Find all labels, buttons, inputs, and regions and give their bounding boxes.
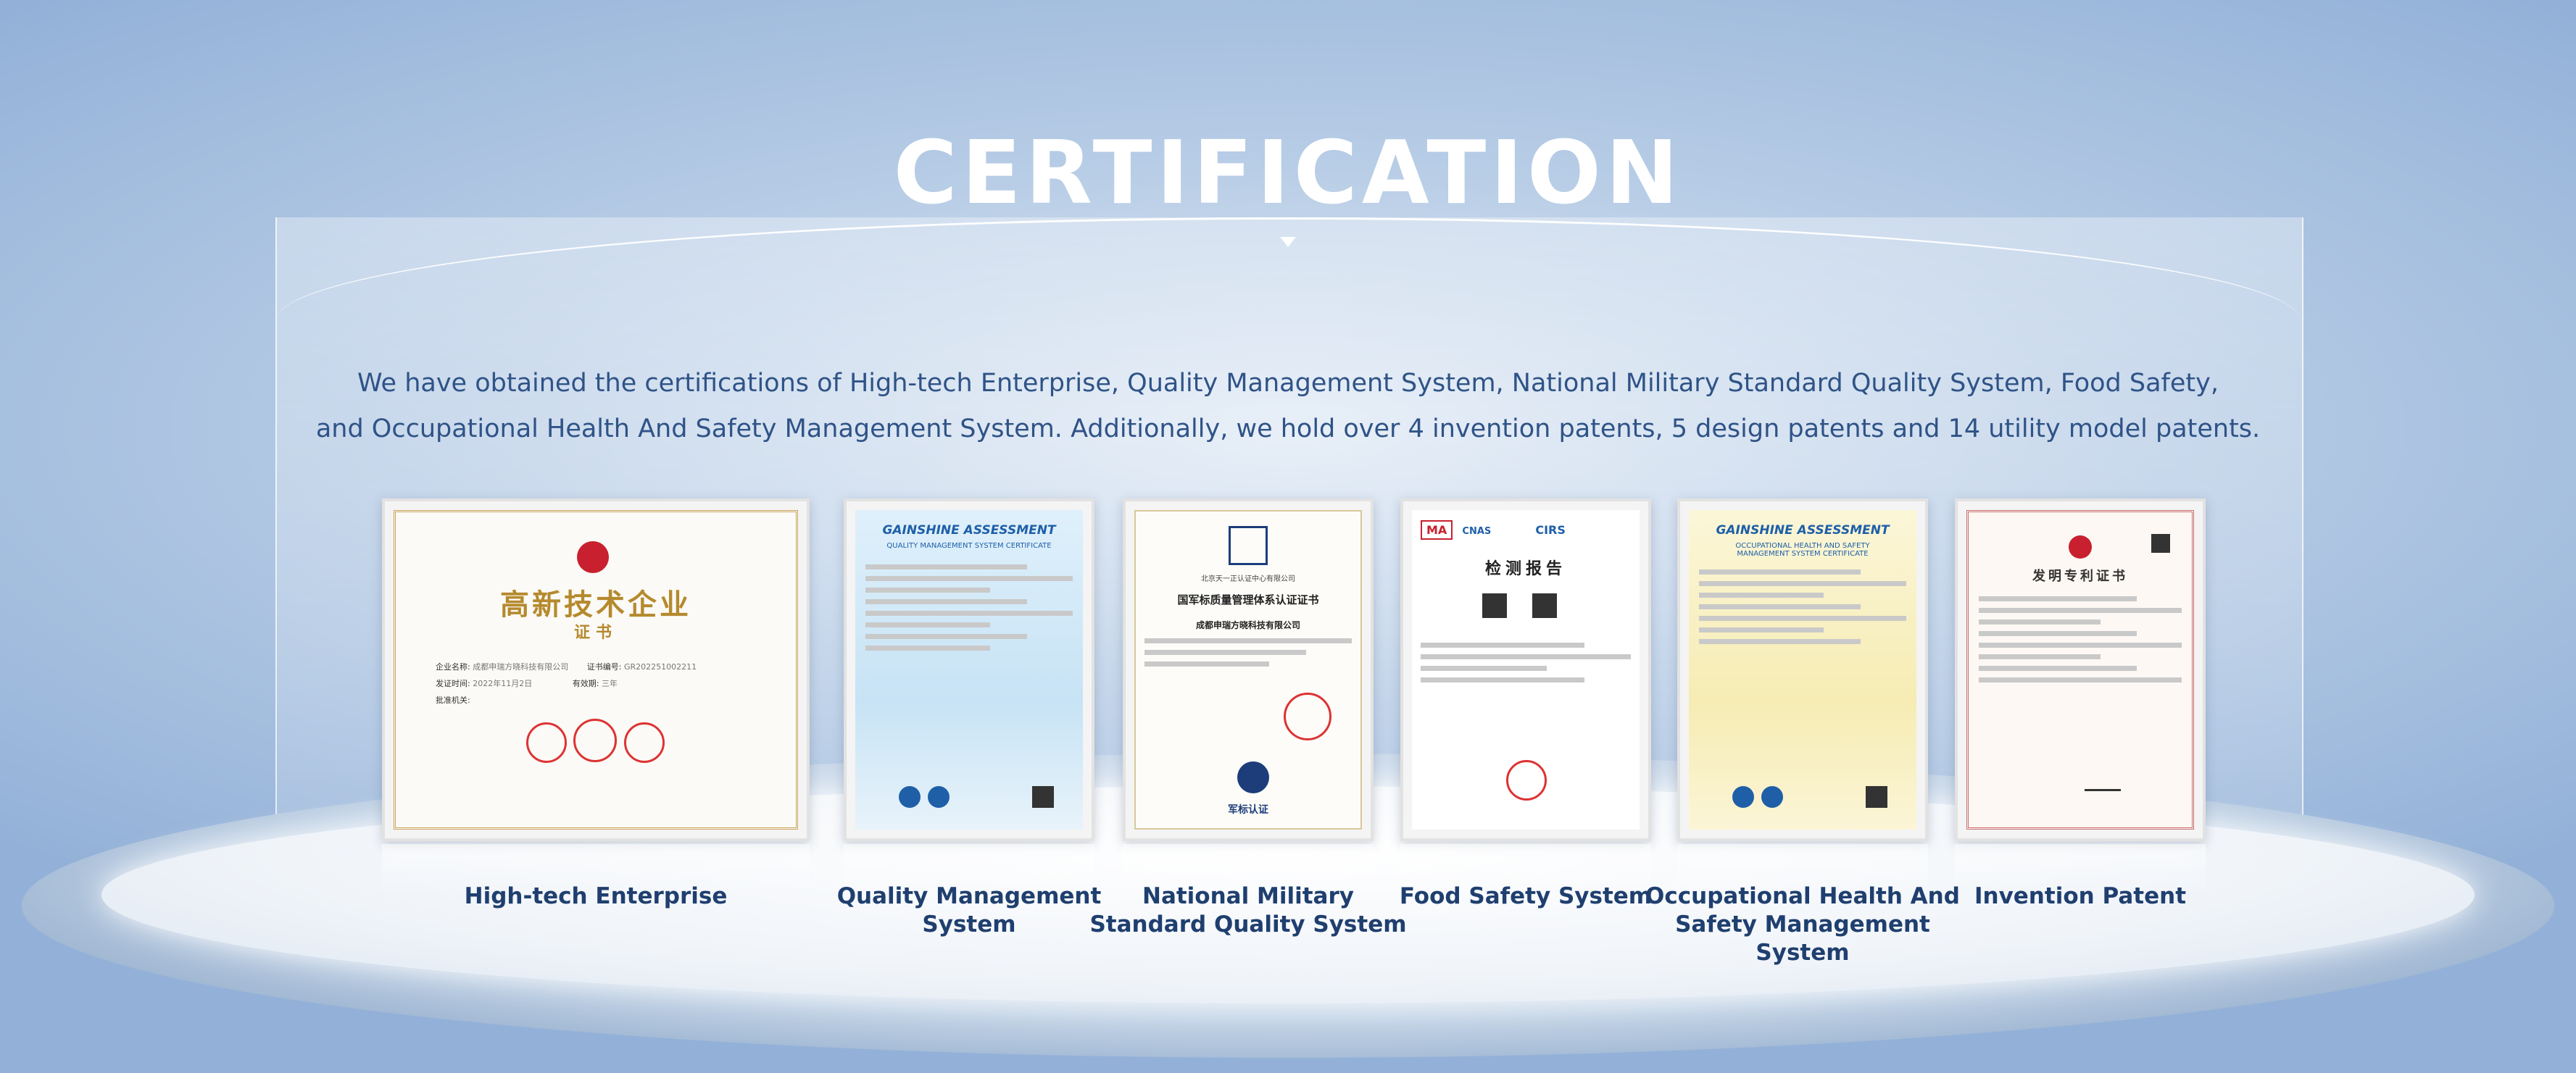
title-marker-icon [1280,237,1296,247]
certificate-invention-patent[interactable]: 发明专利证书 [1955,498,2206,841]
intro-text: We have obtained the certifications of H… [217,361,2359,452]
cert-company: 成都申瑞方晓科技有限公司 [1195,620,1300,630]
emblem-icon [577,541,609,573]
qr-code-icon [1532,593,1558,618]
certificate-image: 北京天一正认证中心有限公司 国军标质量管理体系认证证书 成都申瑞方晓科技有限公司… [1134,510,1362,830]
certificate-image: GAINSHINE ASSESSMENT QUALITY MANAGEMENT … [855,510,1083,830]
row-value: 2022年11月2日 [473,679,533,688]
qr-code-icon [1866,786,1887,808]
cert-row-1: 企业名称: 成都申瑞方晓科技有限公司 证书编号: GR202251002211 [436,661,697,672]
row-value: GR202251002211 [623,662,697,672]
row-value: 成都申瑞方晓科技有限公司 [473,662,569,672]
row-value: 三年 [601,679,618,688]
certificate-image: 高新技术企业 证书 企业名称: 成都申瑞方晓科技有限公司 证书编号: GR202… [394,510,798,830]
row-label: 发证时间: [436,679,470,688]
cert-issuer: 北京天一正认证中心有限公司 [1201,575,1295,583]
label-line: Invention Patent [1974,883,2187,909]
military-emblem-icon [1237,761,1269,793]
intro-line-2: and Occupational Health And Safety Manag… [315,414,2261,443]
badge-icon [928,786,950,808]
qr-codes [1482,593,1569,621]
badge-icon [899,786,921,808]
cert-heading-1: OCCUPATIONAL HEALTH AND SAFETY [1735,542,1870,550]
certificate-occupational-health-safety[interactable]: GAINSHINE ASSESSMENT OCCUPATIONAL HEALTH… [1677,498,1928,841]
certificate-label-high-tech: High-tech Enterprise [415,882,777,911]
cirs-logo: CIRS [1535,523,1566,537]
emblem-icon [1229,526,1268,565]
certificate-national-military[interactable]: 北京天一正认证中心有限公司 国军标质量管理体系认证证书 成都申瑞方晓科技有限公司… [1123,498,1374,841]
intro-line-1: We have obtained the certifications of H… [357,369,2219,398]
seal-icon [526,722,567,763]
certificate-image: GAINSHINE ASSESSMENT OCCUPATIONAL HEALTH… [1689,510,1916,830]
row-label: 企业名称: [436,662,470,672]
row-label: 证书编号: [586,662,622,672]
label-line: High-tech Enterprise [464,883,728,909]
cert-heading-2: MANAGEMENT SYSTEM CERTIFICATE [1737,550,1869,558]
certificate-high-tech-enterprise[interactable]: 高新技术企业 证书 企业名称: 成都申瑞方晓科技有限公司 证书编号: GR202… [382,498,810,841]
seal-icon [573,719,617,762]
cert-heading: 检测报告 [1484,559,1566,578]
label-line: Standard Quality System [1089,911,1407,938]
certificate-image: MA CNAS CIRS 检测报告 [1412,510,1640,830]
cert-body [865,564,1073,651]
badge-icon [1761,786,1783,808]
cert-heading: QUALITY MANAGEMENT SYSTEM CERTIFICATE [886,542,1052,550]
qr-code-icon [1032,786,1054,808]
certificate-label-patent: Invention Patent [1917,882,2243,911]
emblem-icon [2069,535,2092,559]
badge-icon [1732,786,1754,808]
cert-body [1144,638,1352,667]
cert-mark: 军标认证 [1228,804,1268,816]
qr-code-icon [1482,593,1507,618]
cert-body [1979,596,2182,682]
cert-row-3: 批准机关: [436,696,470,705]
certificate-image: 发明专利证书 [1966,510,2194,830]
certificate-food-safety[interactable]: MA CNAS CIRS 检测报告 [1400,498,1651,841]
certificate-quality-management[interactable]: GAINSHINE ASSESSMENT QUALITY MANAGEMENT … [844,498,1094,841]
cert-subtitle: 证书 [573,623,618,642]
seal-icon [624,722,665,763]
cert-brand: GAINSHINE ASSESSMENT [882,523,1056,538]
page-title: CERTIFICATION [893,123,1683,224]
cert-body [1421,643,1631,682]
cert-logos: MA CNAS CIRS [1421,520,1631,540]
seal-icon [1506,760,1547,801]
cert-body [1699,569,1906,644]
cert-title: 高新技术企业 [500,588,691,622]
ma-logo: MA [1421,520,1453,540]
cert-heading: 发明专利证书 [2032,569,2128,584]
cert-row-2: 发证时间: 2022年11月2日 有效期: 三年 [436,677,618,689]
label-line: Safety Management System [1675,911,1930,966]
seal-icon [1284,693,1331,740]
row-label: 有效期: [572,679,599,688]
signature [2085,772,2121,791]
cnas-logo: CNAS [1462,526,1492,537]
cert-heading: 国军标质量管理体系认证证书 [1177,593,1319,606]
qr-code-icon [2151,534,2170,553]
cert-brand: GAINSHINE ASSESSMENT [1716,523,1890,538]
